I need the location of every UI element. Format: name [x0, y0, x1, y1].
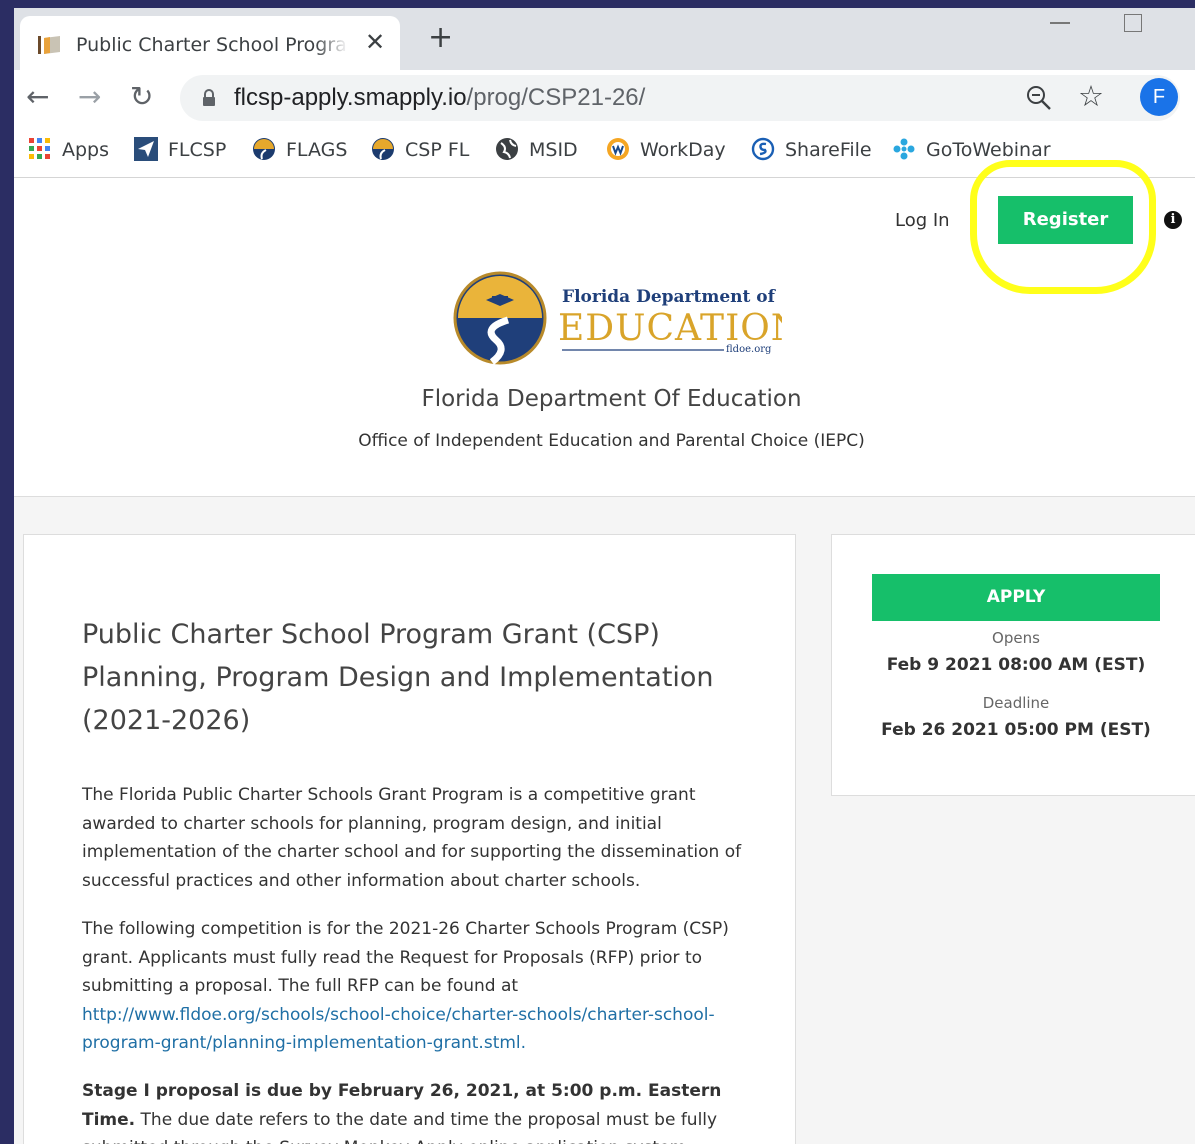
bookmark-flcsp[interactable]: FLCSP	[134, 137, 226, 161]
apply-card: APPLY Opens Feb 9 2021 08:00 AM (EST) De…	[831, 534, 1195, 796]
logo-line2: EDUCATION	[558, 308, 782, 349]
profile-avatar[interactable]: F	[1140, 78, 1178, 116]
bookmark-sharefile[interactable]: ShareFile	[751, 137, 872, 161]
deadline-label: Deadline	[982, 694, 1050, 712]
deadline-value: Feb 26 2021 05:00 PM (EST)	[881, 720, 1151, 740]
zoom-out-icon[interactable]	[1026, 85, 1052, 111]
paragraph-text: The following competition is for the 202…	[82, 919, 729, 996]
logo-line1: Florida Department of	[562, 287, 777, 307]
browser-tab[interactable]: Public Charter School Program G ✕	[20, 16, 400, 70]
bookmark-flags[interactable]: FLAGS	[252, 137, 347, 161]
bookmark-gotowebinar[interactable]: GoToWebinar	[892, 137, 1051, 161]
bookmark-label: FLAGS	[286, 139, 348, 161]
bookmark-label: ShareFile	[785, 139, 872, 161]
login-link[interactable]: Log In	[895, 210, 950, 231]
minimize-icon[interactable]	[1050, 22, 1070, 24]
gotowebinar-icon	[893, 138, 915, 160]
program-paragraph-2: The following competition is for the 202…	[82, 915, 750, 1058]
logo-url: fldoe.org	[726, 344, 772, 355]
bookmark-label: WorkDay	[640, 139, 726, 161]
rfp-link[interactable]: http://www.fldoe.org/schools/school-choi…	[82, 1005, 715, 1054]
bookmark-star-icon[interactable]: ☆	[1078, 79, 1104, 113]
bookmark-apps[interactable]: Apps	[28, 137, 109, 161]
org-name: Florida Department Of Education	[421, 386, 802, 412]
fldoe-icon	[372, 138, 394, 160]
bookmark-workday[interactable]: WorkDay	[606, 137, 726, 161]
program-paragraph-3: Stage I proposal is due by February 26, …	[82, 1077, 750, 1144]
tab-strip: Public Charter School Program G ✕ +	[14, 8, 1195, 70]
apps-grid-icon	[29, 138, 50, 159]
bookmark-label: MSID	[529, 139, 578, 161]
fldoe-logo: Florida Department of EDUCATION fldoe.or…	[453, 271, 782, 365]
sharefile-icon	[751, 137, 775, 161]
info-icon[interactable]: i	[1164, 211, 1182, 229]
new-tab-button[interactable]: +	[428, 20, 453, 55]
browser-window: Public Charter School Program G ✕ + ← → …	[14, 8, 1195, 1144]
address-bar[interactable]: flcsp-apply.smapply.io/prog/CSP21-26/ ☆ …	[180, 75, 1180, 121]
bookmark-csp-fl[interactable]: CSP FL	[371, 137, 469, 161]
torch-icon	[38, 36, 60, 54]
apply-button[interactable]: APPLY	[872, 574, 1160, 621]
opens-value: Feb 9 2021 08:00 AM (EST)	[886, 655, 1146, 675]
forward-arrow-icon[interactable]: →	[78, 80, 101, 113]
yellow-highlight-annotation	[970, 160, 1156, 294]
paper-plane-icon	[134, 137, 158, 161]
opens-label: Opens	[992, 629, 1040, 647]
program-title: Public Charter School Program Grant (CSP…	[82, 619, 714, 736]
bookmark-label: FLCSP	[168, 139, 227, 161]
fldoe-icon	[253, 138, 275, 160]
web-page: Log In Register i Florida Department of …	[14, 160, 1195, 1144]
url-text: flcsp-apply.smapply.io/prog/CSP21-26/	[234, 84, 645, 112]
browser-toolbar: ← → ↻ flcsp-apply.smapply.io/prog/CSP21-…	[14, 70, 1195, 125]
program-description-card: Public Charter School Program Grant (CSP…	[23, 534, 796, 1144]
bookmark-msid[interactable]: MSID	[495, 137, 578, 161]
globe-icon	[496, 138, 518, 160]
close-tab-icon[interactable]: ✕	[365, 28, 385, 56]
back-arrow-icon[interactable]: ←	[26, 80, 49, 113]
tab-title: Public Charter School Program G	[76, 34, 348, 56]
url-path: /prog/CSP21-26/	[466, 84, 646, 111]
bookmark-label: Apps	[62, 139, 110, 161]
bookmark-label: GoToWebinar	[926, 139, 1051, 161]
bookmark-label: CSP FL	[405, 139, 470, 161]
reload-icon[interactable]: ↻	[130, 80, 153, 113]
lock-icon	[203, 89, 215, 106]
workday-icon	[607, 138, 629, 160]
office-name: Office of Independent Education and Pare…	[358, 431, 865, 451]
paragraph-text: The due date refers to the date and time…	[82, 1109, 718, 1144]
program-paragraph-1: The Florida Public Charter Schools Grant…	[82, 785, 742, 891]
url-host: flcsp-apply.smapply.io	[234, 84, 467, 111]
maximize-icon[interactable]	[1124, 14, 1142, 32]
